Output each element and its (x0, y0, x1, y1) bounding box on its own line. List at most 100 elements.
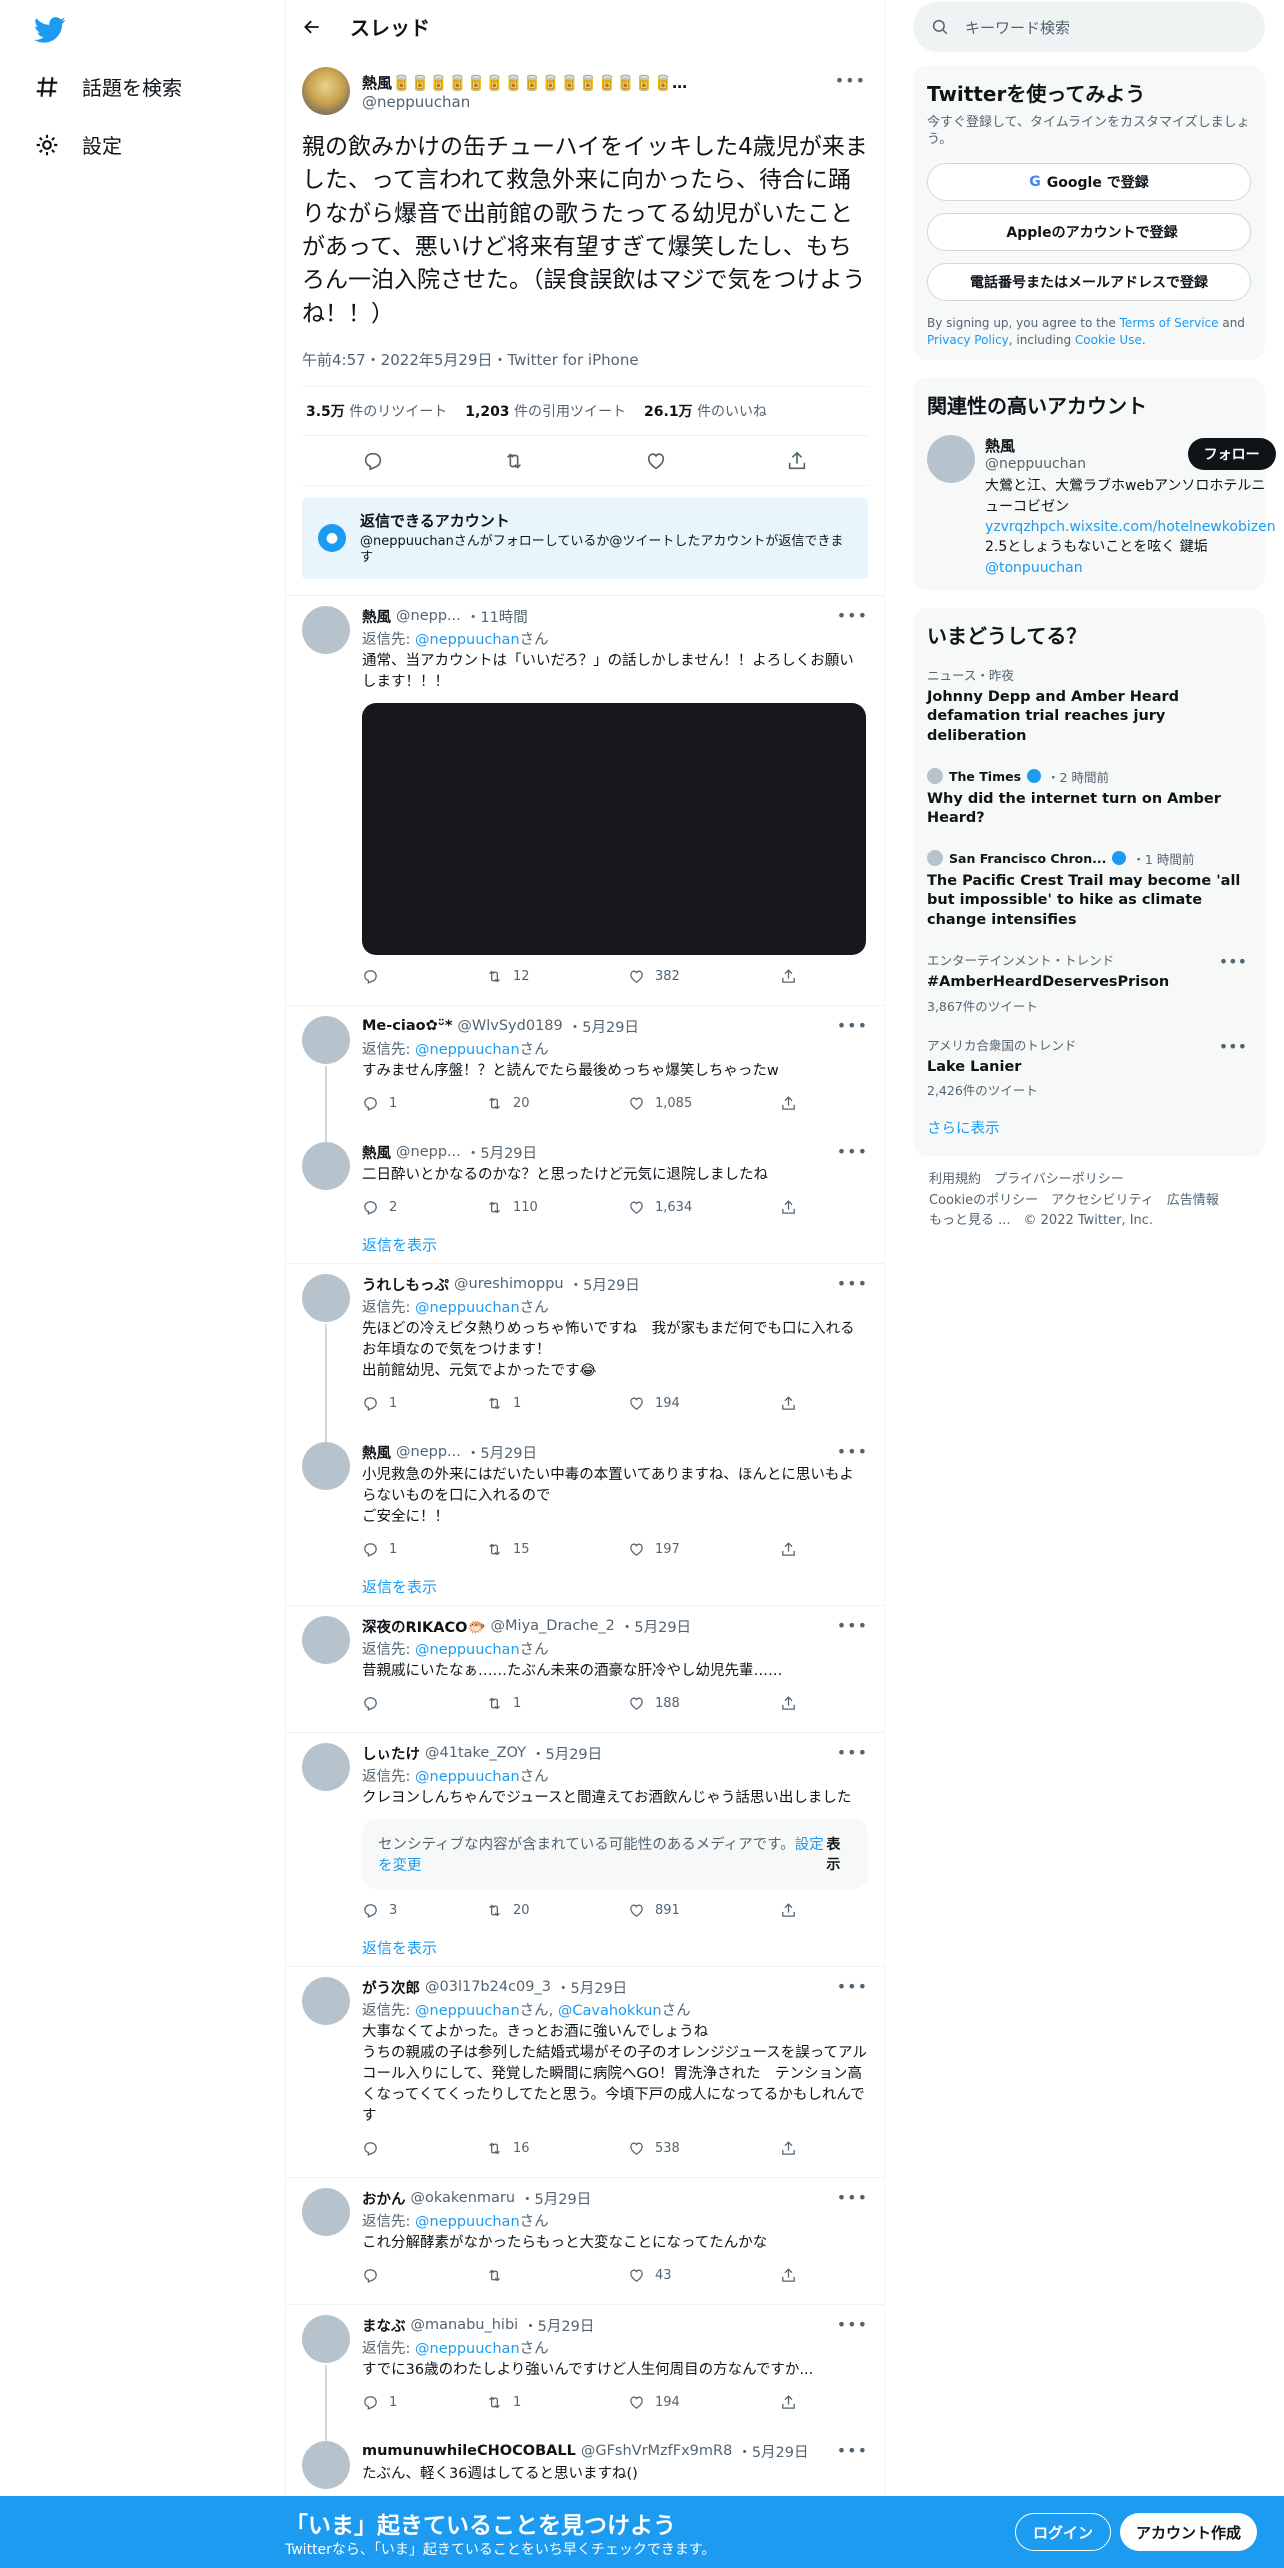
author-name[interactable]: うれしもっぷ (362, 1274, 449, 1295)
author-name[interactable]: 熱風 (362, 606, 391, 627)
reply-action[interactable]: 1 (362, 1541, 486, 1558)
bio-mention[interactable]: @tonpuuchan (985, 560, 1083, 576)
share-action[interactable] (780, 2394, 797, 2411)
signup-button[interactable]: アカウント作成 (1120, 2513, 1258, 2551)
reply-icon[interactable] (362, 968, 379, 985)
retweet-action[interactable]: 16 (486, 2140, 628, 2157)
like-action[interactable]: 194 (628, 2394, 780, 2411)
reply-tweet[interactable]: Me-ciao✿ᵕ̈* @WlvSyd0189 ・5月29日 ••• 返信先: @nep… (286, 1004, 884, 1132)
footer-line[interactable]: 利用規約 プライバシーポリシー (929, 1170, 1249, 1190)
reply-tweet[interactable]: うれしもっぷ @ureshimoppu ・5月29日 ••• 返信先: @neppuuc… (286, 1262, 884, 1432)
relevant-handle[interactable]: @neppuuchan (985, 456, 1086, 472)
reply-icon[interactable] (362, 1902, 379, 1919)
like-action[interactable]: 188 (628, 1695, 780, 1712)
avatar[interactable] (302, 1615, 350, 1664)
retweet-icon[interactable] (486, 968, 503, 985)
like-action[interactable]: 194 (628, 1395, 780, 1412)
trend-item[interactable]: アメリカ合衆国のトレンド Lake Lanier 2,426件のツイート ••• (927, 1025, 1251, 1110)
heart-icon[interactable] (628, 1902, 645, 1919)
twitter-logo-icon[interactable] (34, 14, 66, 46)
reply-action[interactable] (362, 2140, 486, 2157)
tweet-media[interactable] (362, 702, 866, 955)
like-action[interactable]: 43 (628, 2267, 780, 2284)
tweet-time[interactable]: ・5月29日 (568, 1016, 639, 1037)
avatar[interactable] (302, 605, 350, 654)
retweet-action[interactable]: 12 (486, 968, 628, 985)
avatar[interactable] (302, 2187, 350, 2236)
heart-icon[interactable] (628, 968, 645, 985)
tweet-time[interactable]: ・5月29日 (520, 2188, 591, 2209)
more-icon[interactable]: ••• (837, 1442, 868, 1461)
more-icon[interactable]: ••• (1219, 1037, 1247, 1056)
reply-icon[interactable] (362, 450, 384, 472)
retweet-icon[interactable] (486, 2140, 503, 2157)
reply-action[interactable] (362, 2267, 486, 2284)
tweet-time[interactable]: ・11時間 (466, 606, 528, 627)
author-handle[interactable]: @manabu_hibi (411, 2317, 519, 2333)
avatar[interactable] (927, 435, 975, 484)
search-input[interactable]: キーワード検索 (913, 2, 1265, 52)
retweet-action[interactable]: 15 (486, 1541, 628, 1558)
reply-icon[interactable] (362, 1199, 379, 1216)
like-action[interactable]: 197 (628, 1541, 780, 1558)
author-name[interactable]: しぃたけ (362, 1743, 420, 1764)
reply-mention[interactable]: @neppuuchan (415, 2003, 520, 2019)
tweet-time[interactable]: ・5月29日 (737, 2441, 808, 2462)
share-action[interactable] (780, 1199, 797, 1216)
reply-tweet[interactable]: しぃたけ @41take_ZOY ・5月29日 ••• 返信先: @neppuuchan… (286, 1731, 884, 1966)
author-handle[interactable]: @nepp... (396, 608, 461, 624)
more-icon[interactable]: ••• (1219, 952, 1247, 971)
more-icon[interactable]: ••• (837, 2188, 868, 2207)
reply-action[interactable]: 2 (362, 1199, 486, 1216)
relevant-name[interactable]: 熱風 (985, 435, 1086, 456)
quote-stat[interactable]: 1,203 件の引用ツイート (465, 401, 626, 421)
reply-icon[interactable] (362, 1695, 379, 1712)
more-icon[interactable]: ••• (837, 1016, 868, 1035)
author-handle[interactable]: @Miya_Drache_2 (491, 1618, 615, 1634)
more-icon[interactable]: ••• (837, 1616, 868, 1635)
like-action[interactable]: 1,634 (628, 1199, 780, 1216)
reply-action[interactable]: 1 (362, 2394, 486, 2411)
avatar[interactable] (302, 67, 350, 115)
retweet-action[interactable]: 110 (486, 1199, 628, 1216)
reply-tweet[interactable]: 熱風 @nepp... ・5月29日 ••• 小児救急の外来にはだいたい中毒の本置いてあ… (286, 1431, 884, 1605)
share-icon[interactable] (780, 1902, 797, 1919)
like-stat[interactable]: 26.1万 件のいいね (644, 401, 767, 421)
author-name[interactable]: まなぶ (362, 2315, 406, 2336)
more-icon[interactable]: ••• (837, 1142, 868, 1161)
reply-mention[interactable]: @neppuuchan (415, 1642, 520, 1658)
reply-tweet[interactable]: おかん @okakenmaru ・5月29日 ••• 返信先: @neppuuchanさ… (286, 2176, 884, 2304)
share-icon[interactable] (780, 1695, 797, 1712)
more-icon[interactable]: ••• (837, 1977, 868, 1996)
retweet-icon[interactable] (486, 1902, 503, 1919)
author-handle[interactable]: @41take_ZOY (425, 1745, 526, 1761)
heart-icon[interactable] (628, 1095, 645, 1112)
login-button[interactable]: ログイン (1015, 2513, 1112, 2551)
retweet-action[interactable] (486, 2267, 628, 2284)
reply-mention[interactable]: @neppuuchan (415, 1300, 520, 1316)
author-name[interactable]: 熱風 (362, 1142, 391, 1163)
avatar[interactable] (302, 1273, 350, 1322)
author-handle[interactable]: @03l17b24c09_3 (425, 1979, 551, 1995)
reply-mention[interactable]: @neppuuchan (415, 2341, 520, 2357)
reply-mention[interactable]: @neppuuchan (415, 632, 520, 648)
footer-line[interactable]: Cookieのポリシー アクセシビリティ 広告情報 (929, 1191, 1249, 1211)
author-name[interactable]: 熱風 (362, 1442, 391, 1463)
reply-tweet[interactable]: がう次郎 @03l17b24c09_3 ・5月29日 ••• 返信先: @neppuuc… (286, 1965, 884, 2177)
author-handle[interactable]: @WlvSyd0189 (457, 1018, 562, 1034)
reply-icon[interactable] (362, 2394, 379, 2411)
author-handle[interactable]: @nepp... (396, 1144, 461, 1160)
reply-action[interactable] (362, 1695, 486, 1712)
tos-link[interactable]: Terms of Service (1120, 316, 1219, 330)
like-action[interactable]: 382 (628, 968, 780, 985)
retweet-stat[interactable]: 3.5万 件のリツイート (306, 401, 447, 421)
author-name[interactable]: 深夜のRIKACO🐡 (362, 1616, 486, 1637)
avatar[interactable] (302, 2314, 350, 2363)
trend-item[interactable]: The Times ・2 時間前 Why did the internet turn… (927, 757, 1251, 839)
avatar[interactable] (302, 2440, 350, 2489)
heart-icon[interactable] (628, 2394, 645, 2411)
heart-icon[interactable] (628, 1695, 645, 1712)
bio-link[interactable]: yzvrqzhpch.wixsite.com/hotelnewkobizen (985, 519, 1276, 535)
heart-icon[interactable] (628, 2267, 645, 2284)
reply-tweet[interactable]: 熱風 @nepp... ・11時間 ••• 返信先: @neppuuchanさん 通常、当… (286, 594, 884, 1005)
